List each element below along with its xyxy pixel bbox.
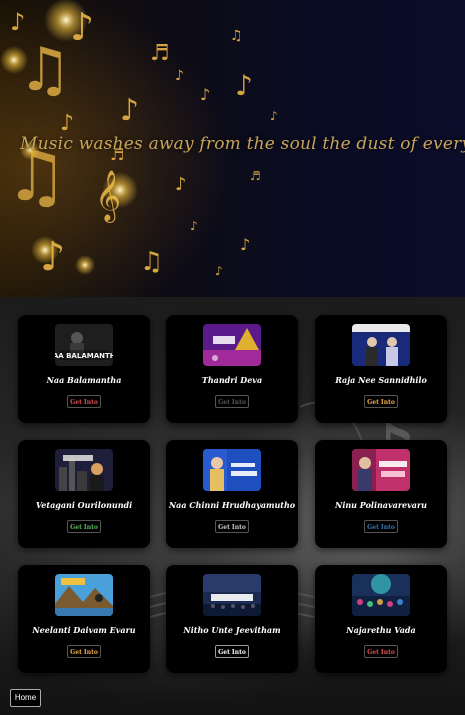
svg-text:♫: ♫ (18, 35, 72, 105)
svg-text:♪: ♪ (235, 69, 253, 102)
song-title: Naa Chinni Hrudhayamutho (168, 500, 296, 510)
svg-text:♪: ♪ (175, 174, 187, 195)
singer-album-art-icon[interactable] (203, 449, 261, 491)
song-title: Nitho Unte Jeevitham (183, 625, 281, 635)
svg-text:♪: ♪ (200, 85, 210, 104)
get-into-button[interactable]: Get Into (364, 520, 398, 533)
svg-text:♪: ♪ (240, 235, 250, 254)
duet-album-art-icon[interactable] (352, 324, 410, 366)
svg-text:♬: ♬ (150, 41, 170, 66)
svg-text:♪: ♪ (190, 219, 198, 233)
song-title: Naa Balamantha (46, 375, 122, 385)
song-card: Nitho Unte Jeevitham Get Into (166, 565, 298, 673)
crowd-album-art-icon[interactable] (203, 574, 261, 616)
pink-album-art-icon[interactable] (352, 449, 410, 491)
song-card: Vetagani Ourilonundi Get Into (18, 440, 150, 548)
song-title: Raja Nee Sannidhilo (335, 375, 427, 385)
song-grid-section: ♪ NAA BALAMANTHA Naa Balamantha Get Into (0, 297, 465, 715)
hero-banner: ♫ ♪ ♫ 𝄞 ♪ ♬ ♪ ♫ ♪ ♪ ♫ ♪ ♪ ♬ ♪ ♪ ♬ ♪ ♪ ♪ … (0, 0, 465, 297)
svg-text:♬: ♬ (250, 169, 261, 183)
svg-text:♪: ♪ (60, 111, 74, 136)
song-title: Vetagani Ourilonundi (35, 500, 133, 510)
get-into-button[interactable]: Get Into (364, 645, 398, 658)
svg-text:♪: ♪ (120, 93, 139, 128)
song-title: Ninu Polinavarevaru (335, 500, 427, 510)
svg-text:♪: ♪ (270, 109, 278, 123)
song-title: Neelanti Daivam Evaru (32, 625, 136, 635)
singer-portrait-icon[interactable]: NAA BALAMANTHA (55, 324, 113, 366)
mountain-album-art-icon[interactable] (55, 574, 113, 616)
get-into-button[interactable]: Get Into (67, 520, 101, 533)
purple-album-art-icon[interactable] (203, 324, 261, 366)
home-button[interactable]: Home (10, 689, 41, 707)
song-card: Ninu Polinavarevaru Get Into (315, 440, 447, 548)
concert-album-art-icon[interactable] (352, 574, 410, 616)
hero-quote: Music washes away from the soul the dust… (20, 134, 465, 154)
svg-text:♫: ♫ (140, 247, 163, 277)
svg-text:♪: ♪ (215, 264, 223, 278)
get-into-button[interactable]: Get Into (215, 520, 249, 533)
song-card: Neelanti Daivam Evaru Get Into (18, 565, 150, 673)
song-card: Naa Chinni Hrudhayamutho Get Into (166, 440, 298, 548)
song-card: Raja Nee Sannidhilo Get Into (315, 315, 447, 423)
svg-text:♪: ♪ (10, 8, 25, 36)
song-title: Najarethu Vada (346, 625, 416, 635)
song-card: NAA BALAMANTHA Naa Balamantha Get Into (18, 315, 150, 423)
song-card: Najarethu Vada Get Into (315, 565, 447, 673)
get-into-button[interactable]: Get Into (215, 645, 249, 658)
city-album-art-icon[interactable] (55, 449, 113, 491)
song-card: Thandri Deva Get Into (166, 315, 298, 423)
get-into-button[interactable]: Get Into (67, 645, 101, 658)
song-title: Thandri Deva (201, 375, 263, 385)
get-into-button[interactable]: Get Into (364, 395, 398, 408)
get-into-button[interactable]: Get Into (215, 395, 249, 408)
svg-text:♪: ♪ (175, 68, 184, 84)
thumb-caption: NAA BALAMANTHA (55, 352, 113, 360)
svg-text:♫: ♫ (230, 28, 243, 44)
get-into-button[interactable]: Get Into (67, 395, 101, 408)
